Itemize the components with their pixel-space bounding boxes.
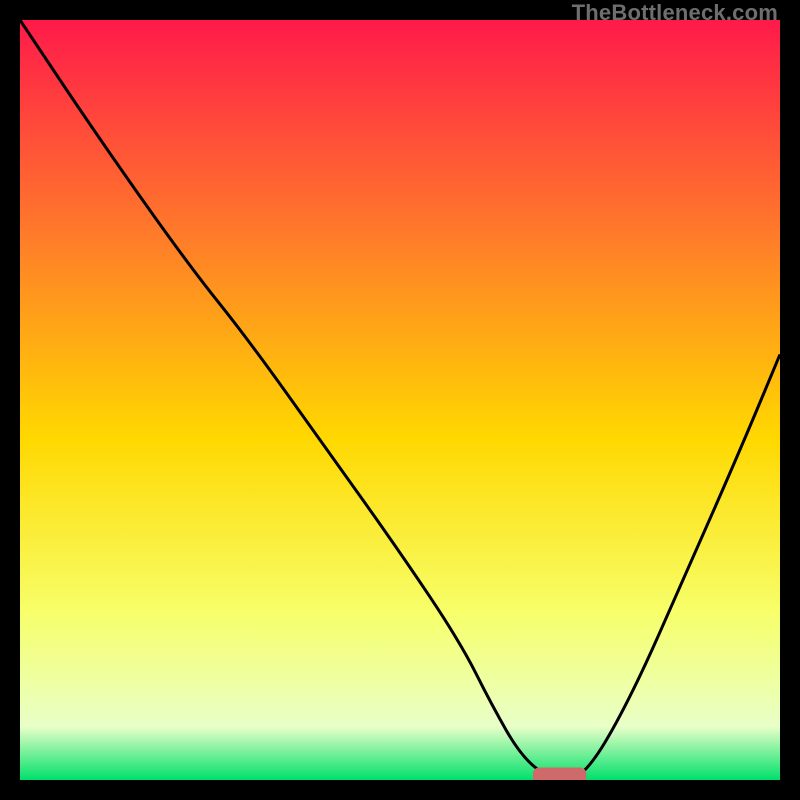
bottleneck-chart	[20, 20, 780, 780]
gradient-background	[20, 20, 780, 780]
chart-frame	[20, 20, 780, 780]
optimal-marker	[533, 768, 586, 781]
watermark-text: TheBottleneck.com	[572, 0, 778, 26]
